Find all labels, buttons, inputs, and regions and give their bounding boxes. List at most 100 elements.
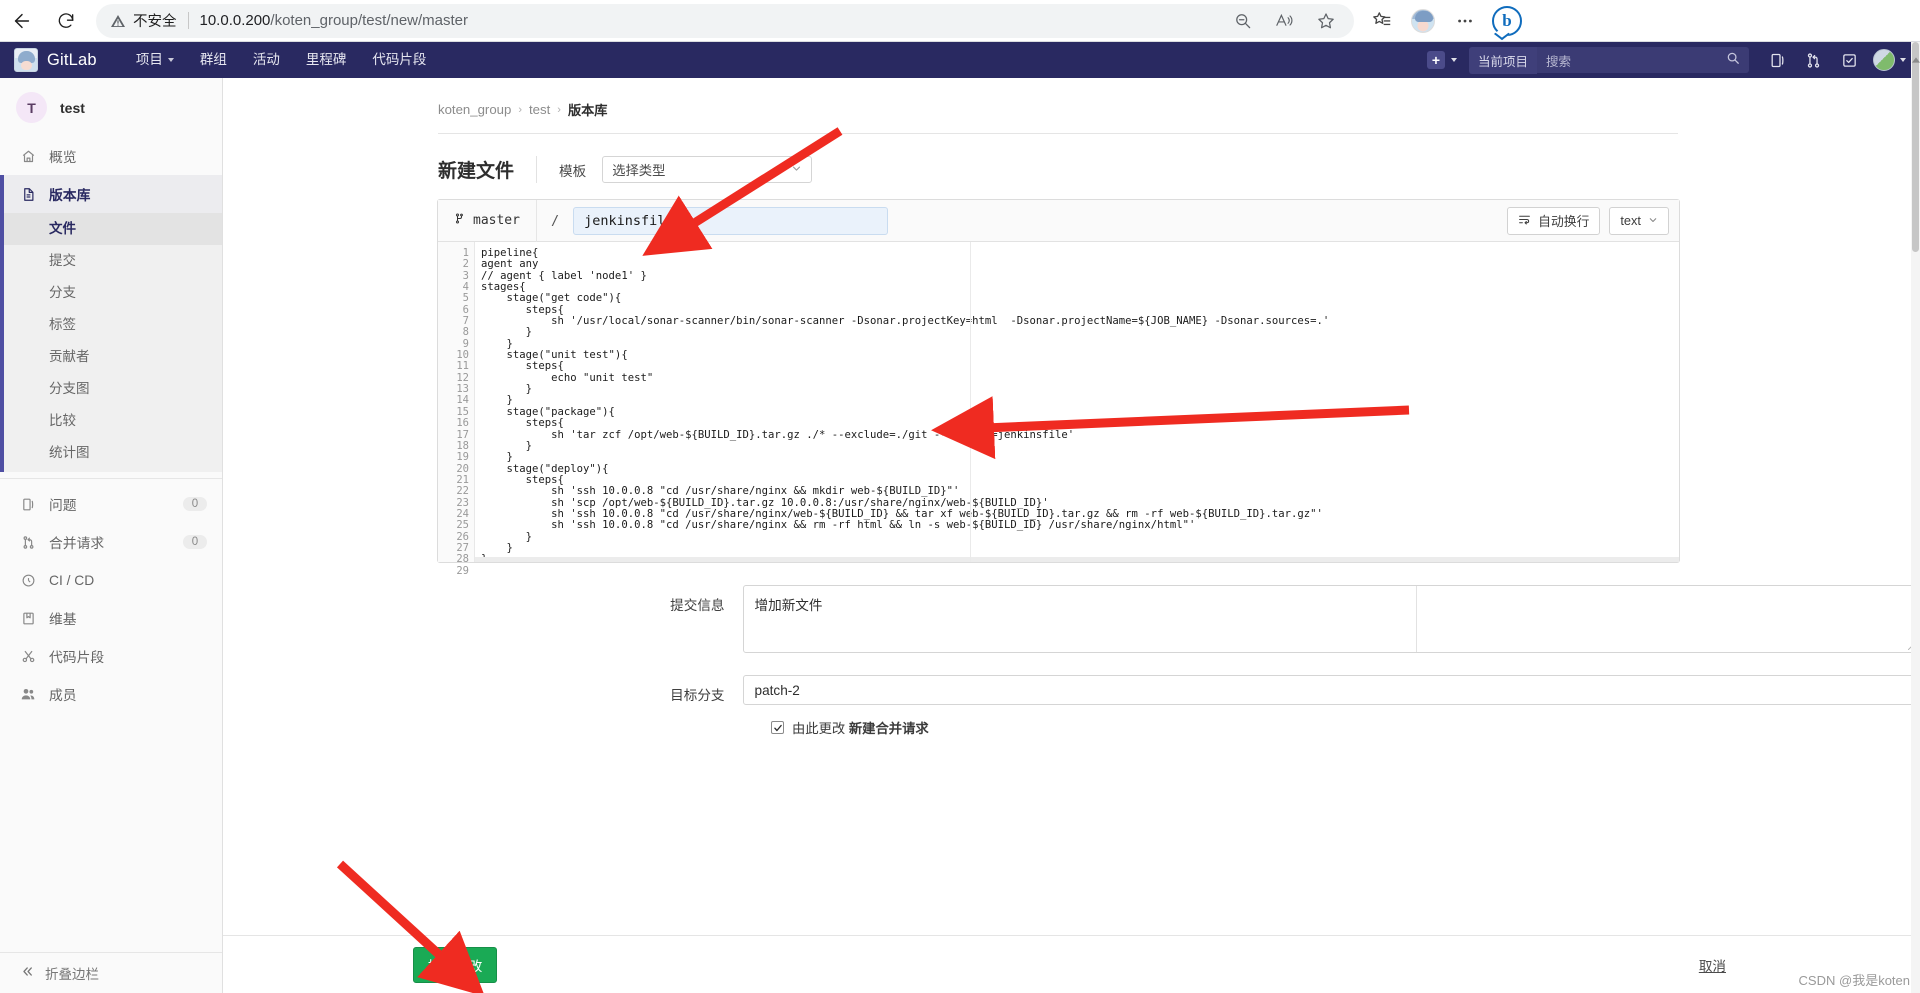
path-separator: /: [550, 212, 560, 229]
nav-item-groups[interactable]: 群组: [187, 42, 240, 78]
chevron-down-icon: [167, 58, 174, 62]
target-branch-value: patch-2: [754, 682, 800, 698]
sidebar-item-cicd[interactable]: CI / CD: [0, 561, 222, 599]
sidebar-item-merge-requests-label: 合并请求: [49, 536, 105, 551]
search-scope-button[interactable]: 当前项目: [1468, 46, 1537, 74]
commit-message-textarea[interactable]: 增加新文件: [742, 585, 1920, 653]
sidebar-item-members[interactable]: 成员: [0, 675, 222, 713]
chevron-down-icon: [791, 162, 802, 177]
sidebar-subitem-compare[interactable]: 比较: [0, 405, 222, 437]
print-margin-guide: [970, 242, 971, 562]
collections-icon[interactable]: [1360, 4, 1402, 38]
security-warning[interactable]: 不安全: [110, 10, 177, 31]
file-editor-card: master / jenkinsfile 自动换行 text 1 2 3 4 5…: [437, 199, 1680, 576]
breadcrumb-separator: ›: [557, 103, 561, 116]
url-text: 10.0.0.200/koten_group/test/new/master: [200, 12, 469, 29]
merge-requests-icon[interactable]: [1795, 42, 1831, 78]
address-bar[interactable]: 不安全 10.0.0.200/koten_group/test/new/mast…: [96, 3, 1354, 38]
nav-item-projects[interactable]: 项目: [123, 42, 187, 78]
todos-icon[interactable]: [1831, 42, 1867, 78]
page-scrollbar[interactable]: [1911, 42, 1920, 993]
wrap-lines-icon: [1518, 213, 1531, 229]
plus-icon: +: [1426, 51, 1445, 69]
sidebar-project-header[interactable]: T test: [0, 78, 222, 137]
template-select-value: 选择类型: [612, 163, 666, 178]
breadcrumb-group[interactable]: koten_group: [438, 102, 511, 117]
issue-icon: [20, 497, 36, 512]
gitlab-logo-icon: [14, 48, 38, 72]
branch-name: master: [473, 213, 520, 228]
sidebar-subitem-branches[interactable]: 分支: [0, 277, 222, 309]
search-icon: [1726, 51, 1740, 70]
sidebar-item-snippets[interactable]: 代码片段: [0, 637, 222, 675]
start-merge-request-checkbox[interactable]: [771, 721, 784, 734]
sidebar-item-overview[interactable]: 概览: [0, 137, 222, 175]
template-select[interactable]: 选择类型: [602, 156, 813, 183]
sidebar-item-wiki[interactable]: 维基: [0, 599, 222, 637]
back-arrow-icon[interactable]: [0, 4, 44, 38]
chevron-down-icon: [1450, 58, 1457, 62]
template-picker: 模板 选择类型: [536, 156, 813, 183]
sidebar-collapse-button[interactable]: 折叠边栏: [0, 952, 222, 993]
new-dropdown[interactable]: +: [1415, 51, 1469, 69]
nav-item-activity[interactable]: 活动: [240, 42, 293, 78]
favorite-star-icon[interactable]: [1316, 11, 1336, 31]
more-settings-icon[interactable]: [1444, 4, 1486, 38]
sidebar-item-merge-requests[interactable]: 合并请求 0: [0, 523, 222, 561]
scroll-up-arrow-icon[interactable]: [1911, 54, 1920, 66]
watermark: CSDN @我是koten: [1798, 973, 1910, 988]
target-branch-row: 目标分支 patch-2: [223, 653, 1920, 705]
sidebar-item-overview-label: 概览: [49, 150, 77, 165]
sidebar-subitem-contributors[interactable]: 贡献者: [0, 341, 222, 373]
sidebar-subitem-tags[interactable]: 标签: [0, 309, 222, 341]
reload-icon[interactable]: [44, 4, 88, 38]
soft-wrap-button[interactable]: 自动换行: [1507, 206, 1601, 235]
nav-item-snippets[interactable]: 代码片段: [359, 42, 439, 78]
issues-icon[interactable]: [1759, 42, 1795, 78]
sidebar-item-issues[interactable]: 问题 0: [0, 485, 222, 523]
gitlab-brand[interactable]: GitLab: [0, 48, 97, 72]
global-search-input[interactable]: 搜索: [1537, 47, 1749, 73]
profile-avatar-icon[interactable]: [1402, 4, 1444, 38]
book-icon: [20, 611, 36, 626]
target-branch-input[interactable]: patch-2: [742, 675, 1920, 705]
scrollbar-thumb[interactable]: [1912, 42, 1919, 252]
cancel-button[interactable]: 取消: [1699, 955, 1726, 975]
commit-message-value: 增加新文件: [754, 598, 823, 613]
sidebar-subitem-commits[interactable]: 提交: [0, 245, 222, 277]
file-mode-value: text: [1620, 213, 1641, 228]
commit-message-row: 提交信息 增加新文件: [223, 563, 1920, 653]
code-text-area[interactable]: pipeline{ agent any // agent { label 'no…: [475, 242, 1679, 562]
submit-changes-button[interactable]: 提交修改: [413, 946, 498, 983]
bing-copilot-icon[interactable]: b: [1486, 4, 1528, 38]
code-editor[interactable]: 1 2 3 4 5 6 7 8 9 10 11 12 13 14 15 16 17 18 19 20 21 22 23 24 2…: [438, 242, 1679, 576]
breadcrumb-project[interactable]: test: [529, 102, 550, 117]
users-icon: [20, 686, 36, 702]
project-initial-badge: T: [16, 92, 47, 123]
sidebar-subitem-files[interactable]: 文件: [0, 213, 222, 245]
new-file-header: 新建文件 模板 选择类型: [223, 134, 1920, 183]
sidebar-item-wiki-label: 维基: [49, 612, 77, 627]
start-merge-request-row[interactable]: 由此更改 新建合并请求: [223, 705, 1920, 737]
read-aloud-icon[interactable]: [1274, 11, 1294, 30]
nav-item-milestones[interactable]: 里程碑: [293, 42, 360, 78]
sidebar-subitem-graph[interactable]: 分支图: [0, 373, 222, 405]
form-action-bar: 提交修改 取消: [223, 935, 1920, 993]
start-mr-prefix: 由此更改: [792, 721, 849, 736]
zoom-out-icon[interactable]: [1233, 11, 1252, 30]
filename-input[interactable]: jenkinsfile: [573, 206, 889, 235]
file-mode-select[interactable]: text: [1609, 206, 1669, 235]
line-number: 28: [456, 553, 469, 566]
sidebar-subitem-charts[interactable]: 统计图: [0, 437, 222, 469]
editor-options: 自动换行 text: [1507, 206, 1669, 235]
omnibox-actions: [1233, 11, 1340, 31]
browser-extra-actions: b: [1360, 4, 1528, 38]
screenshot-root: 不安全 10.0.0.200/koten_group/test/new/mast…: [0, 0, 1920, 993]
security-label: 不安全: [133, 14, 177, 30]
breadcrumb-separator: ›: [518, 103, 522, 116]
merge-requests-count-badge: 0: [183, 535, 207, 549]
sidebar-item-members-label: 成员: [49, 688, 77, 703]
sidebar-item-repository[interactable]: 版本库: [0, 175, 222, 213]
global-search-placeholder: 搜索: [1546, 54, 1572, 69]
user-avatar: [1873, 49, 1895, 71]
